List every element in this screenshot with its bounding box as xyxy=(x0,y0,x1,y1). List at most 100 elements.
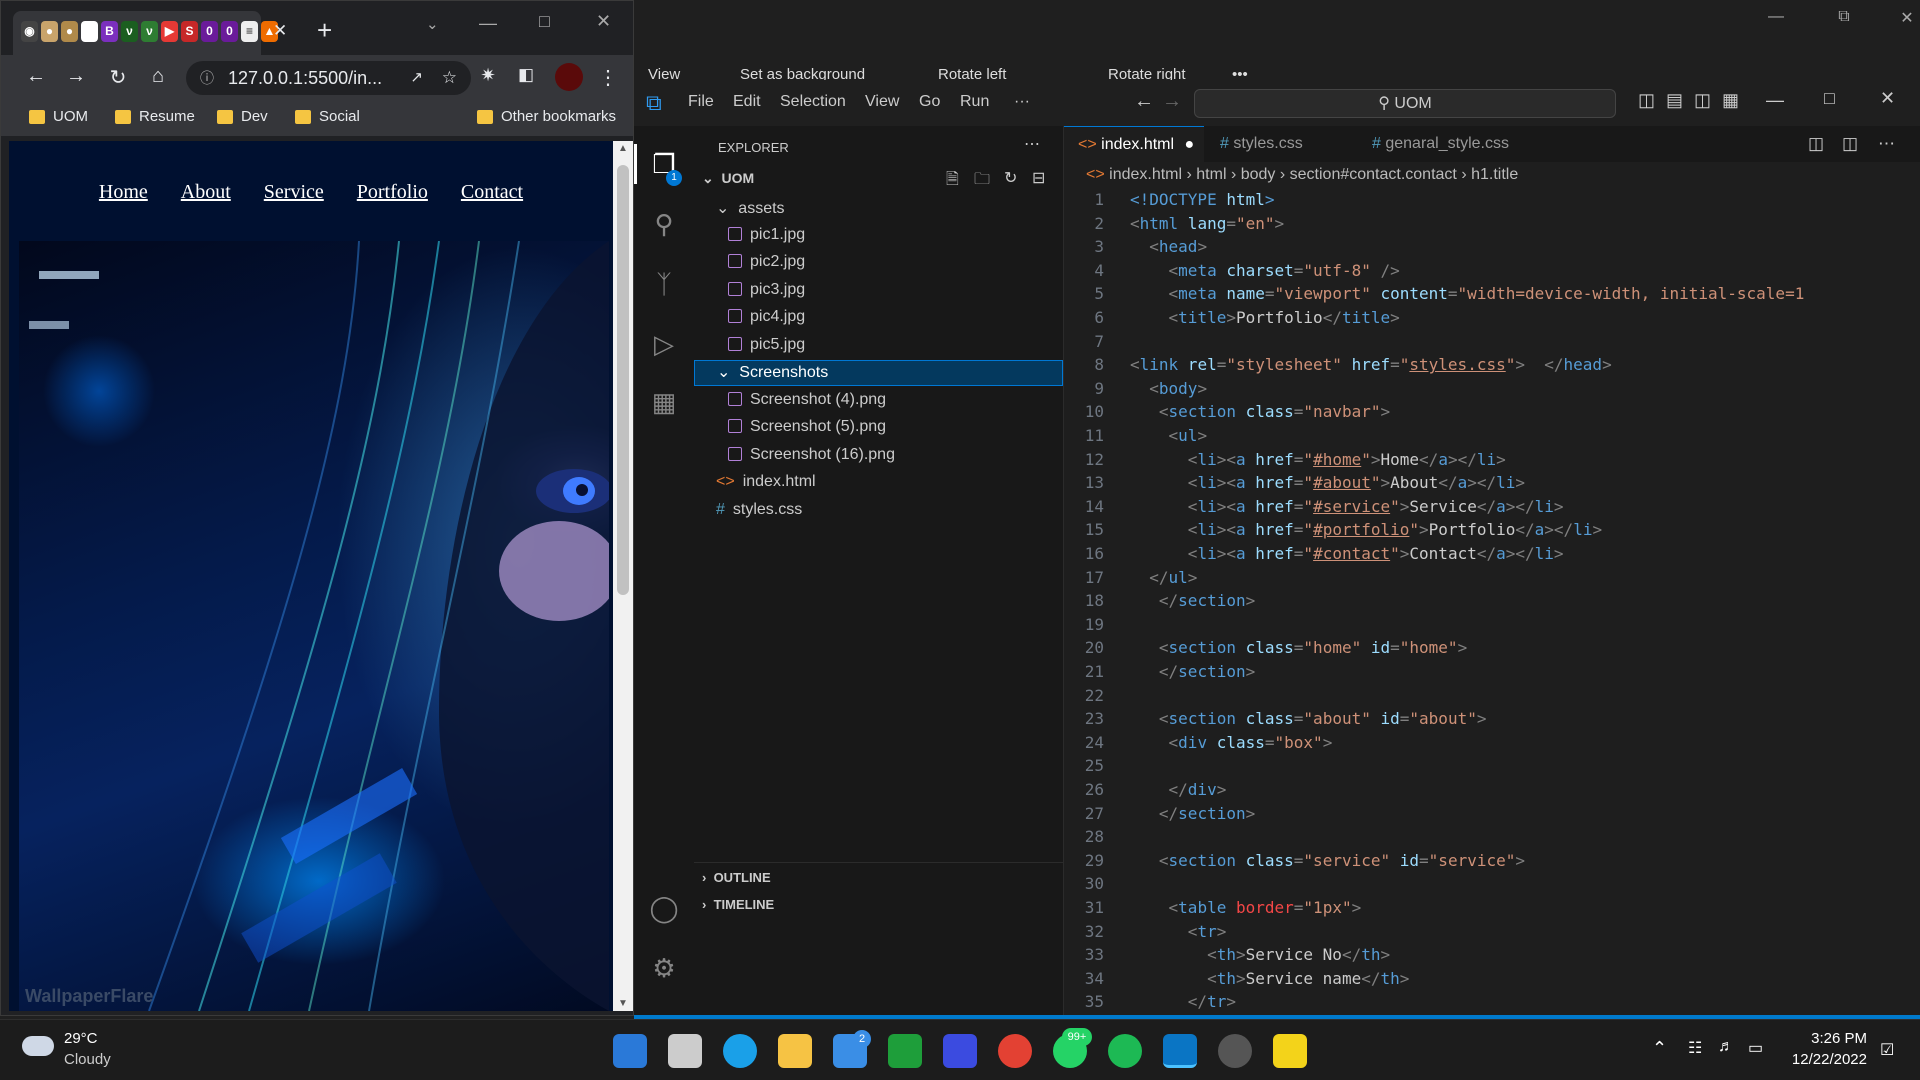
code-line[interactable]: </div> xyxy=(1130,780,1227,799)
close-window-icon[interactable]: ✕ xyxy=(596,11,611,32)
minimize-icon[interactable]: — xyxy=(1756,8,1796,32)
maximize-icon[interactable]: □ xyxy=(1824,88,1835,109)
forward-arrow-icon[interactable]: → xyxy=(63,65,89,88)
file-explorer-icon[interactable] xyxy=(778,1034,812,1068)
split-editor-icon[interactable]: ◫ xyxy=(1842,134,1858,154)
code-line[interactable]: <th>Service No</th> xyxy=(1130,945,1390,964)
outline-section[interactable]: › OUTLINE xyxy=(702,870,771,885)
toggle-secondary-sidebar-icon[interactable]: ◫ xyxy=(1694,90,1711,111)
code-line[interactable]: <section class="navbar"> xyxy=(1130,402,1390,421)
code-line[interactable]: <section class="service" id="service"> xyxy=(1130,851,1525,870)
tab-favicon[interactable]: ▶ xyxy=(161,21,178,42)
visual-studio-icon[interactable] xyxy=(943,1034,977,1068)
code-line[interactable]: <title>Portfolio</title> xyxy=(1130,308,1400,327)
folder-root[interactable]: ⌄ UOM xyxy=(702,170,754,187)
start-icon[interactable] xyxy=(613,1034,647,1068)
task-view-icon[interactable] xyxy=(668,1034,702,1068)
code-line[interactable]: </section> xyxy=(1130,591,1255,610)
account-icon[interactable]: ◯ xyxy=(648,892,680,924)
toggle-sidebar-icon[interactable]: ◫ xyxy=(1638,90,1655,111)
toggle-panel-icon[interactable]: ▤ xyxy=(1666,90,1683,111)
code-line[interactable]: </ul> xyxy=(1130,568,1197,587)
file-pic4[interactable]: pic4.jpg xyxy=(728,308,805,326)
battery-icon[interactable]: ▭ xyxy=(1748,1038,1763,1058)
nav-forward-icon[interactable]: → xyxy=(1162,90,1182,113)
explorer-more-icon[interactable]: ⋯ xyxy=(1024,134,1040,154)
source-control-icon[interactable]: ᛉ xyxy=(648,268,680,300)
volume-icon[interactable]: ♬ xyxy=(1718,1038,1734,1056)
code-editor[interactable]: 1 <!DOCTYPE html> 2 <html lang="en"> 3 <head… xyxy=(1064,190,1864,1016)
tab-favicon[interactable]: ● xyxy=(61,21,78,42)
customize-layout-icon[interactable]: ▦ xyxy=(1722,90,1739,111)
vscode-taskbar-icon[interactable] xyxy=(1163,1034,1197,1068)
folder-screenshots[interactable]: ⌄ Screenshots xyxy=(694,360,1063,386)
collapse-all-icon[interactable]: ⊟ xyxy=(1032,168,1045,188)
tab-favicon[interactable]: ◉ xyxy=(21,21,38,42)
code-line[interactable]: </section> xyxy=(1130,804,1255,823)
tab-genaral-style-css[interactable]: # genaral_style.css xyxy=(1358,126,1538,162)
timeline-section[interactable]: › TIMELINE xyxy=(702,897,774,912)
folder-assets[interactable]: ⌄ assets xyxy=(716,198,785,218)
code-line[interactable]: <head> xyxy=(1130,237,1207,256)
minimize-icon[interactable]: — xyxy=(479,13,497,34)
home-icon[interactable]: ⌂ xyxy=(145,65,171,88)
extensions-icon[interactable]: ▦ xyxy=(648,386,680,418)
file-pic1[interactable]: pic1.jpg xyxy=(728,226,805,244)
code-line[interactable]: <li><a href="#portfolio">Portfolio</a></… xyxy=(1130,520,1602,539)
menu-file[interactable]: File xyxy=(688,93,714,111)
open-preview-icon[interactable]: ◫ xyxy=(1808,134,1824,154)
tab-favicon[interactable]: ν xyxy=(141,21,158,42)
side-panel-icon[interactable]: ◧ xyxy=(513,65,539,85)
code-line[interactable]: <body> xyxy=(1130,379,1207,398)
bookmark-folder-uom[interactable]: UOM xyxy=(29,108,88,125)
code-line[interactable]: <li><a href="#home">Home</a></li> xyxy=(1130,450,1506,469)
profile-avatar[interactable] xyxy=(555,63,583,91)
edge-icon[interactable] xyxy=(723,1034,757,1068)
clock-time[interactable]: 3:26 PM xyxy=(1777,1030,1867,1047)
code-line[interactable]: <link rel="stylesheet" href="styles.css"… xyxy=(1130,355,1612,374)
extensions-icon[interactable]: ✷ xyxy=(475,65,501,86)
xbox-icon[interactable] xyxy=(888,1034,922,1068)
bookmark-folder-social[interactable]: Social xyxy=(295,108,360,125)
tab-favicon[interactable]: 0 xyxy=(201,21,218,42)
menu-run[interactable]: Run xyxy=(960,93,989,111)
tab-index-html[interactable]: <> index.html ● xyxy=(1064,126,1204,162)
close-tab-icon[interactable]: ✕ xyxy=(273,21,287,41)
menu-view[interactable]: View xyxy=(865,93,899,111)
code-line[interactable]: <table border="1px"> xyxy=(1130,898,1362,917)
weather-text[interactable]: Cloudy xyxy=(64,1051,111,1068)
code-line[interactable]: <li><a href="#contact">Contact</a></li> xyxy=(1130,544,1564,563)
chrome-menu-icon[interactable]: ⋮ xyxy=(595,65,621,90)
editor-more-icon[interactable]: ⋯ xyxy=(1878,134,1895,154)
close-icon[interactable]: ✕ xyxy=(1887,8,1920,32)
close-icon[interactable]: ✕ xyxy=(1880,88,1895,109)
code-line[interactable]: </section> xyxy=(1130,662,1255,681)
menu-edit[interactable]: Edit xyxy=(733,93,761,111)
minimize-icon[interactable]: — xyxy=(1766,90,1784,111)
refresh-icon[interactable]: ↻ xyxy=(1004,168,1017,188)
file-pic3[interactable]: pic3.jpg xyxy=(728,281,805,299)
nav-link-about[interactable]: About xyxy=(181,181,231,203)
code-line[interactable]: <section class="home" id="home"> xyxy=(1130,638,1467,657)
plex-player-icon[interactable] xyxy=(1273,1034,1307,1068)
spotify-icon[interactable] xyxy=(1108,1034,1142,1068)
new-file-icon[interactable]: 🗎 xyxy=(946,168,959,195)
nav-link-contact[interactable]: Contact xyxy=(461,181,523,203)
share-icon[interactable]: ↗ xyxy=(410,61,423,95)
file-pic5[interactable]: pic5.jpg xyxy=(728,336,805,354)
wifi-icon[interactable]: ☷ xyxy=(1688,1038,1702,1058)
tab-favicon[interactable]: S xyxy=(181,21,198,42)
unsaved-dot-icon[interactable]: ● xyxy=(1185,136,1195,153)
file-screenshot-5[interactable]: Screenshot (5).png xyxy=(728,418,886,436)
bookmark-folder-dev[interactable]: Dev xyxy=(217,108,268,125)
bookmark-star-icon[interactable]: ☆ xyxy=(442,61,457,95)
breadcrumb-item[interactable]: index.html xyxy=(1109,166,1182,183)
file-pic2[interactable]: pic2.jpg xyxy=(728,253,805,271)
breadcrumb-item[interactable]: html xyxy=(1196,166,1226,183)
tab-favicon[interactable]: ν xyxy=(121,21,138,42)
menu-go[interactable]: Go xyxy=(919,93,940,111)
run-debug-icon[interactable]: ▷ xyxy=(648,328,680,360)
media-player-icon[interactable] xyxy=(1218,1034,1252,1068)
code-line[interactable]: <section class="about" id="about"> xyxy=(1130,709,1487,728)
clock-date[interactable]: 12/22/2022 xyxy=(1777,1051,1867,1068)
